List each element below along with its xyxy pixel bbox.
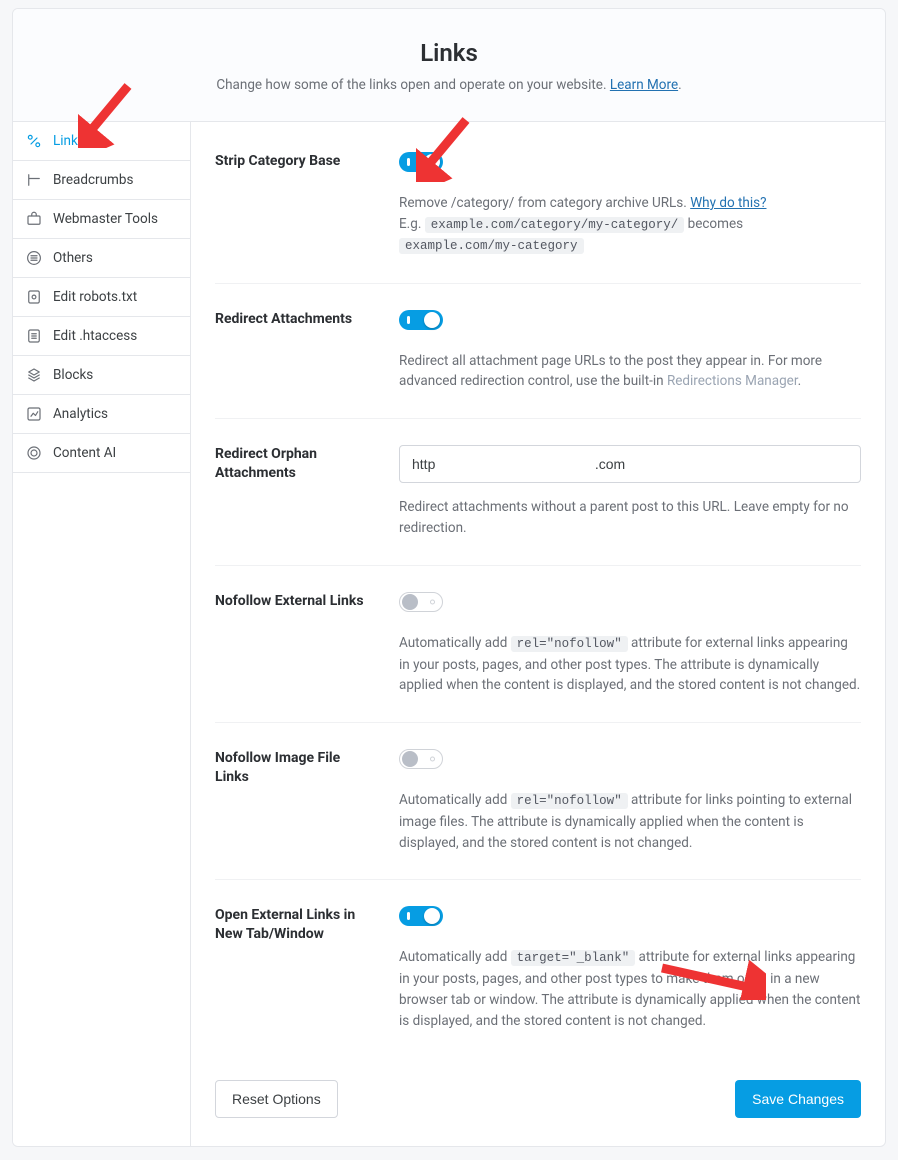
sidebar-item-webmaster-tools[interactable]: Webmaster Tools: [13, 200, 190, 239]
footer-actions: Reset Options Save Changes: [215, 1058, 861, 1122]
sidebar-item-links[interactable]: Links: [13, 122, 190, 161]
breadcrumbs-icon: [25, 171, 43, 189]
sidebar-item-blocks[interactable]: Blocks: [13, 356, 190, 395]
page-title: Links: [33, 39, 865, 67]
why-do-this-link[interactable]: Why do this?: [690, 195, 766, 211]
settings-sidebar: Links Breadcrumbs Webmaster Tools Others…: [13, 122, 191, 1146]
setting-nofollow-external: Nofollow External Links Automatically ad…: [215, 566, 861, 723]
page-subtitle: Change how some of the links open and op…: [33, 77, 865, 93]
setting-nofollow-image: Nofollow Image File Links Automatically …: [215, 723, 861, 880]
toggle-open-external[interactable]: [399, 906, 443, 926]
setting-redirect-attachments: Redirect Attachments Redirect all attach…: [215, 284, 861, 420]
redirections-manager-link[interactable]: Redirections Manager: [667, 373, 798, 389]
setting-open-external: Open External Links in New Tab/Window Au…: [215, 880, 861, 1057]
blocks-icon: [25, 366, 43, 384]
toolbox-icon: [25, 210, 43, 228]
robots-icon: [25, 288, 43, 306]
learn-more-link[interactable]: Learn More: [610, 77, 678, 93]
sidebar-item-others[interactable]: Others: [13, 239, 190, 278]
ai-icon: [25, 444, 43, 462]
setting-strip-category-base: Strip Category Base Remove /category/ fr…: [215, 140, 861, 284]
sidebar-item-analytics[interactable]: Analytics: [13, 395, 190, 434]
settings-panel: Links Change how some of the links open …: [12, 8, 886, 1147]
toggle-strip-category-base[interactable]: [399, 152, 443, 172]
sidebar-item-robots[interactable]: Edit robots.txt: [13, 278, 190, 317]
chart-icon: [25, 405, 43, 423]
sidebar-item-content-ai[interactable]: Content AI: [13, 434, 190, 473]
sidebar-item-breadcrumbs[interactable]: Breadcrumbs: [13, 161, 190, 200]
links-icon: [25, 132, 43, 150]
toggle-nofollow-image[interactable]: [399, 749, 443, 769]
toggle-nofollow-external[interactable]: [399, 592, 443, 612]
redirect-orphan-input[interactable]: [399, 445, 861, 483]
sidebar-item-htaccess[interactable]: Edit .htaccess: [13, 317, 190, 356]
toggle-redirect-attachments[interactable]: [399, 310, 443, 330]
panel-header: Links Change how some of the links open …: [13, 9, 885, 122]
setting-redirect-orphan: Redirect Orphan Attachments Redirect att…: [215, 419, 861, 566]
file-icon: [25, 327, 43, 345]
settings-content: Strip Category Base Remove /category/ fr…: [191, 122, 885, 1146]
reset-options-button[interactable]: Reset Options: [215, 1080, 338, 1118]
list-icon: [25, 249, 43, 267]
save-changes-button[interactable]: Save Changes: [735, 1080, 861, 1118]
